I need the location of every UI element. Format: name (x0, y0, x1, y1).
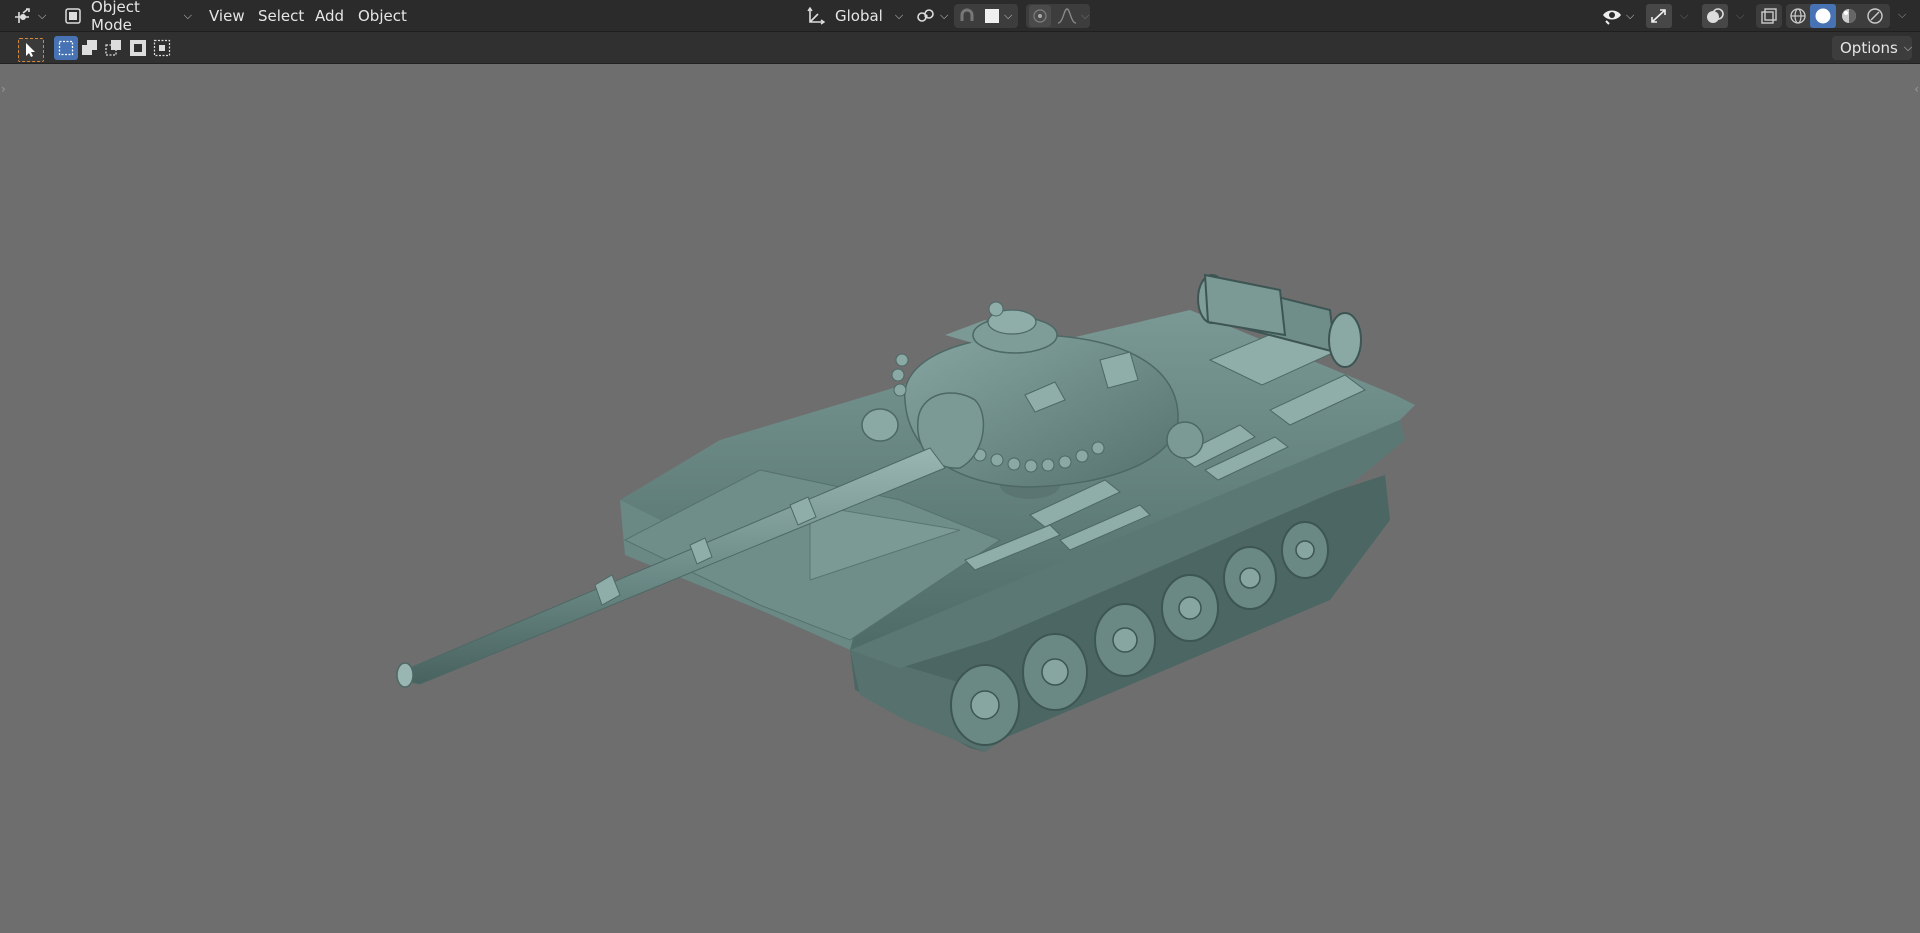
gizmo-arrow-icon[interactable] (1646, 4, 1672, 28)
selectability-visibility-dropdown[interactable]: ⌵ (1598, 4, 1638, 28)
editor-type-button[interactable]: ⌵ (12, 4, 50, 28)
menu-object[interactable]: Object (351, 4, 414, 28)
chevron-down-icon: ⌵ (1626, 9, 1635, 22)
select-box-cursor-icon[interactable] (18, 38, 44, 62)
shading-mode-group (1786, 4, 1890, 28)
menu-add[interactable]: Add (308, 4, 351, 28)
overlays-icon[interactable] (1702, 4, 1728, 28)
toolbar-expand-arrow-icon[interactable]: › (1, 82, 6, 96)
snap-magnet-icon[interactable] (957, 6, 977, 26)
shading-material-preview-icon[interactable] (1836, 4, 1862, 28)
3d-viewport[interactable]: › ‹ (0, 64, 1920, 933)
object-mode-icon (64, 7, 82, 25)
chevron-down-icon[interactable]: ⌵ (1736, 9, 1744, 23)
snap-square-icon[interactable] (984, 8, 1000, 24)
pivot-point-dropdown[interactable]: ⌵ (912, 4, 950, 28)
mode-dropdown[interactable]: Object Mode ⌵ (60, 0, 192, 34)
tank-model[interactable] (380, 264, 1440, 844)
snap-group: ⌵ (954, 4, 1018, 28)
shading-wireframe-icon[interactable] (1786, 4, 1810, 28)
chevron-down-icon: ⌵ (38, 9, 47, 22)
sidebar-expand-arrow-icon[interactable]: ‹ (1914, 82, 1919, 96)
chevron-down-icon: ⌵ (183, 9, 192, 22)
overlays-group: ⌵ (1700, 4, 1746, 28)
orientation-label: Global (835, 7, 883, 25)
pivot-links-icon (916, 7, 936, 25)
select-invert-icon[interactable] (126, 36, 150, 60)
select-subtract-icon[interactable] (102, 36, 126, 60)
shading-options-chevron-icon[interactable]: ⌵ (1898, 8, 1906, 22)
tool-settings-bar: Options ⌵ (0, 32, 1920, 64)
shading-rendered-icon[interactable] (1862, 4, 1888, 28)
chevron-down-icon: ⌵ (1903, 41, 1913, 54)
gizmo-group: ⌵ (1644, 4, 1704, 28)
chevron-down-icon[interactable]: ⌵ (1081, 9, 1089, 23)
chevron-down-icon: ⌵ (940, 9, 949, 22)
menu-select[interactable]: Select (251, 4, 311, 28)
selection-mode-group (54, 36, 174, 60)
select-extend-icon[interactable] (78, 36, 102, 60)
select-intersect-icon[interactable] (150, 36, 174, 60)
transform-orientation-dropdown[interactable]: Global ⌵ (802, 4, 904, 28)
orientation-axes-icon (806, 6, 826, 26)
viewport-header: ⌵ Object Mode ⌵ View Select Add Object G… (0, 0, 1920, 34)
shading-solid-icon[interactable] (1810, 4, 1836, 28)
xray-toggle-icon[interactable] (1756, 4, 1782, 28)
falloff-curve-icon[interactable] (1057, 7, 1077, 25)
eye-visibility-icon (1602, 7, 1622, 25)
options-label: Options (1840, 39, 1898, 57)
proportional-editing-group: ⌵ (1026, 4, 1090, 28)
menu-view[interactable]: View (202, 4, 252, 28)
select-new-icon[interactable] (54, 36, 78, 60)
chevron-down-icon[interactable]: ⌵ (1004, 9, 1012, 23)
options-dropdown[interactable]: Options ⌵ (1832, 36, 1912, 60)
viewport-gizmo-icon (12, 7, 34, 25)
mode-label: Object Mode (91, 0, 140, 34)
chevron-down-icon[interactable]: ⌵ (1680, 9, 1688, 23)
proportional-editing-icon[interactable] (1029, 5, 1051, 27)
chevron-down-icon: ⌵ (894, 9, 904, 22)
